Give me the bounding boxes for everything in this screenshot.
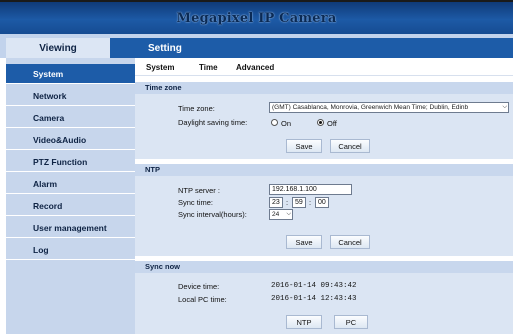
sidebar-item-network[interactable]: Network bbox=[6, 86, 135, 106]
sidebar-item-system[interactable]: System bbox=[6, 64, 135, 84]
pc-time-label: Local PC time: bbox=[178, 295, 227, 304]
timezone-cancel-button[interactable]: Cancel bbox=[330, 139, 370, 153]
settings-content: System Time Advanced Time zone Time zone… bbox=[135, 58, 513, 334]
sync-time-label: Sync time: bbox=[178, 198, 214, 207]
sub-tabs: System Time Advanced bbox=[135, 62, 513, 76]
subtab-advanced[interactable]: Advanced bbox=[236, 63, 274, 72]
sidebar-item-video-audio[interactable]: Video&Audio bbox=[6, 130, 135, 150]
sidebar-item-log[interactable]: Log bbox=[6, 240, 135, 260]
timezone-section: Time zone: (GMT) Casablanca, Monrovia, G… bbox=[135, 94, 513, 159]
timezone-save-button[interactable]: Save bbox=[286, 139, 322, 153]
sidebar-item-user-management[interactable]: User management bbox=[6, 218, 135, 238]
sync-now-section: Device time: 2016-01-14 09:43:42 Local P… bbox=[135, 273, 513, 334]
ntp-section-title: NTP bbox=[135, 164, 513, 176]
device-time-value: 2016-01-14 09:43:42 bbox=[271, 282, 357, 290]
sync-second-input[interactable]: 00 bbox=[315, 197, 329, 208]
app-header: Megapixel IP Camera bbox=[0, 2, 513, 34]
sidebar-item-alarm[interactable]: Alarm bbox=[6, 174, 135, 194]
sync-hour-input[interactable]: 23 bbox=[269, 197, 283, 208]
sync-now-section-title: Sync now bbox=[135, 261, 513, 273]
ntp-server-input[interactable]: 192.168.1.100 bbox=[269, 184, 352, 195]
dst-on-radio[interactable] bbox=[271, 119, 278, 126]
app-title: Megapixel IP Camera bbox=[176, 10, 337, 26]
tab-setting[interactable]: Setting bbox=[110, 38, 513, 58]
sync-interval-value: 24 bbox=[272, 211, 280, 218]
pc-time-value: 2016-01-14 12:43:43 bbox=[271, 295, 357, 303]
sync-pc-button[interactable]: PC bbox=[334, 315, 368, 329]
timezone-section-title: Time zone bbox=[135, 82, 513, 94]
timezone-label: Time zone: bbox=[178, 104, 215, 113]
sidebar-item-record[interactable]: Record bbox=[6, 196, 135, 216]
sync-interval-label: Sync interval(hours): bbox=[178, 210, 247, 219]
chevron-down-icon: ⌵ bbox=[502, 104, 507, 110]
ntp-section: NTP server : 192.168.1.100 Sync time: 23… bbox=[135, 176, 513, 256]
device-time-label: Device time: bbox=[178, 282, 220, 291]
subtab-system[interactable]: System bbox=[146, 63, 174, 72]
sync-interval-select[interactable]: 24 ⌵ bbox=[269, 209, 293, 220]
ntp-cancel-button[interactable]: Cancel bbox=[330, 235, 370, 249]
sync-minute-input[interactable]: 59 bbox=[292, 197, 306, 208]
dst-on-label: On bbox=[281, 119, 292, 128]
subtab-time[interactable]: Time bbox=[199, 63, 218, 72]
tab-viewing[interactable]: Viewing bbox=[6, 38, 110, 58]
dst-off-label: Off bbox=[327, 119, 337, 128]
sidebar-item-camera[interactable]: Camera bbox=[6, 108, 135, 128]
sync-ntp-button[interactable]: NTP bbox=[286, 315, 322, 329]
sync-time-colon: : bbox=[309, 198, 312, 207]
dst-label: Daylight saving time: bbox=[178, 118, 248, 127]
sidebar-item-ptz-function[interactable]: PTZ Function bbox=[6, 152, 135, 172]
dst-off-radio[interactable] bbox=[317, 119, 324, 126]
sidebar: System Network Camera Video&Audio PTZ Fu… bbox=[6, 58, 135, 334]
ntp-server-label: NTP server : bbox=[178, 186, 220, 195]
sync-time-colon: : bbox=[286, 198, 289, 207]
ntp-save-button[interactable]: Save bbox=[286, 235, 322, 249]
timezone-value: (GMT) Casablanca, Monrovia, Greenwich Me… bbox=[272, 104, 469, 111]
chevron-down-icon: ⌵ bbox=[286, 211, 291, 217]
timezone-select[interactable]: (GMT) Casablanca, Monrovia, Greenwich Me… bbox=[269, 102, 509, 113]
main-nav: Viewing Setting bbox=[0, 34, 513, 58]
